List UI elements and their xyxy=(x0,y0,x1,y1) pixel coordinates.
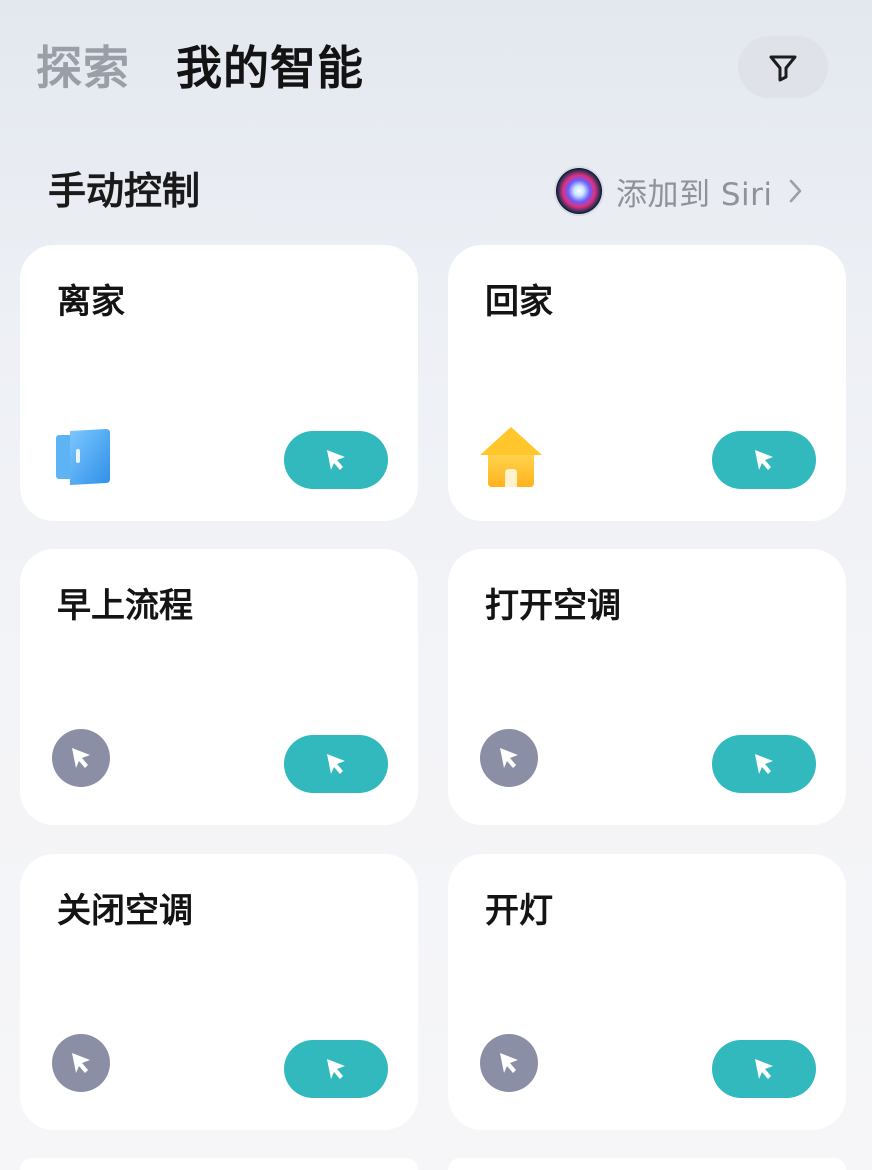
scene-grid: 离家 回家 早上流程 打开空调 关闭空调 开灯 xyxy=(0,0,872,1170)
scene-icon xyxy=(52,1034,114,1096)
run-scene-button[interactable] xyxy=(284,431,388,489)
house-icon xyxy=(478,423,542,487)
scene-card-partial[interactable] xyxy=(20,1158,418,1170)
scene-icon xyxy=(480,729,542,791)
cursor-icon xyxy=(327,1059,345,1079)
scene-card[interactable]: 回家 xyxy=(448,245,846,521)
scene-card[interactable]: 离家 xyxy=(20,245,418,521)
scene-name: 早上流程 xyxy=(57,586,193,626)
run-scene-button[interactable] xyxy=(284,1040,388,1098)
cursor-icon xyxy=(327,754,345,774)
run-scene-button[interactable] xyxy=(712,735,816,793)
scene-name: 打开空调 xyxy=(485,586,621,626)
scene-card[interactable]: 开灯 xyxy=(448,854,846,1130)
cursor-icon xyxy=(72,1053,90,1073)
scene-card[interactable]: 打开空调 xyxy=(448,549,846,825)
scene-icon xyxy=(52,729,114,791)
door-icon xyxy=(54,427,116,489)
run-scene-button[interactable] xyxy=(712,1040,816,1098)
run-scene-button[interactable] xyxy=(284,735,388,793)
scene-icon xyxy=(480,1034,542,1096)
cursor-icon xyxy=(500,748,518,768)
scene-card-partial[interactable] xyxy=(448,1158,846,1170)
scene-name: 关闭空调 xyxy=(57,891,193,931)
run-scene-button[interactable] xyxy=(712,431,816,489)
scene-name: 开灯 xyxy=(485,891,553,931)
cursor-icon xyxy=(755,1059,773,1079)
scene-name: 离家 xyxy=(57,282,125,322)
cursor-icon xyxy=(327,450,345,470)
cursor-icon xyxy=(72,748,90,768)
scene-card[interactable]: 关闭空调 xyxy=(20,854,418,1130)
scene-name: 回家 xyxy=(485,282,553,322)
scene-card[interactable]: 早上流程 xyxy=(20,549,418,825)
cursor-icon xyxy=(755,754,773,774)
cursor-icon xyxy=(500,1053,518,1073)
cursor-icon xyxy=(755,450,773,470)
